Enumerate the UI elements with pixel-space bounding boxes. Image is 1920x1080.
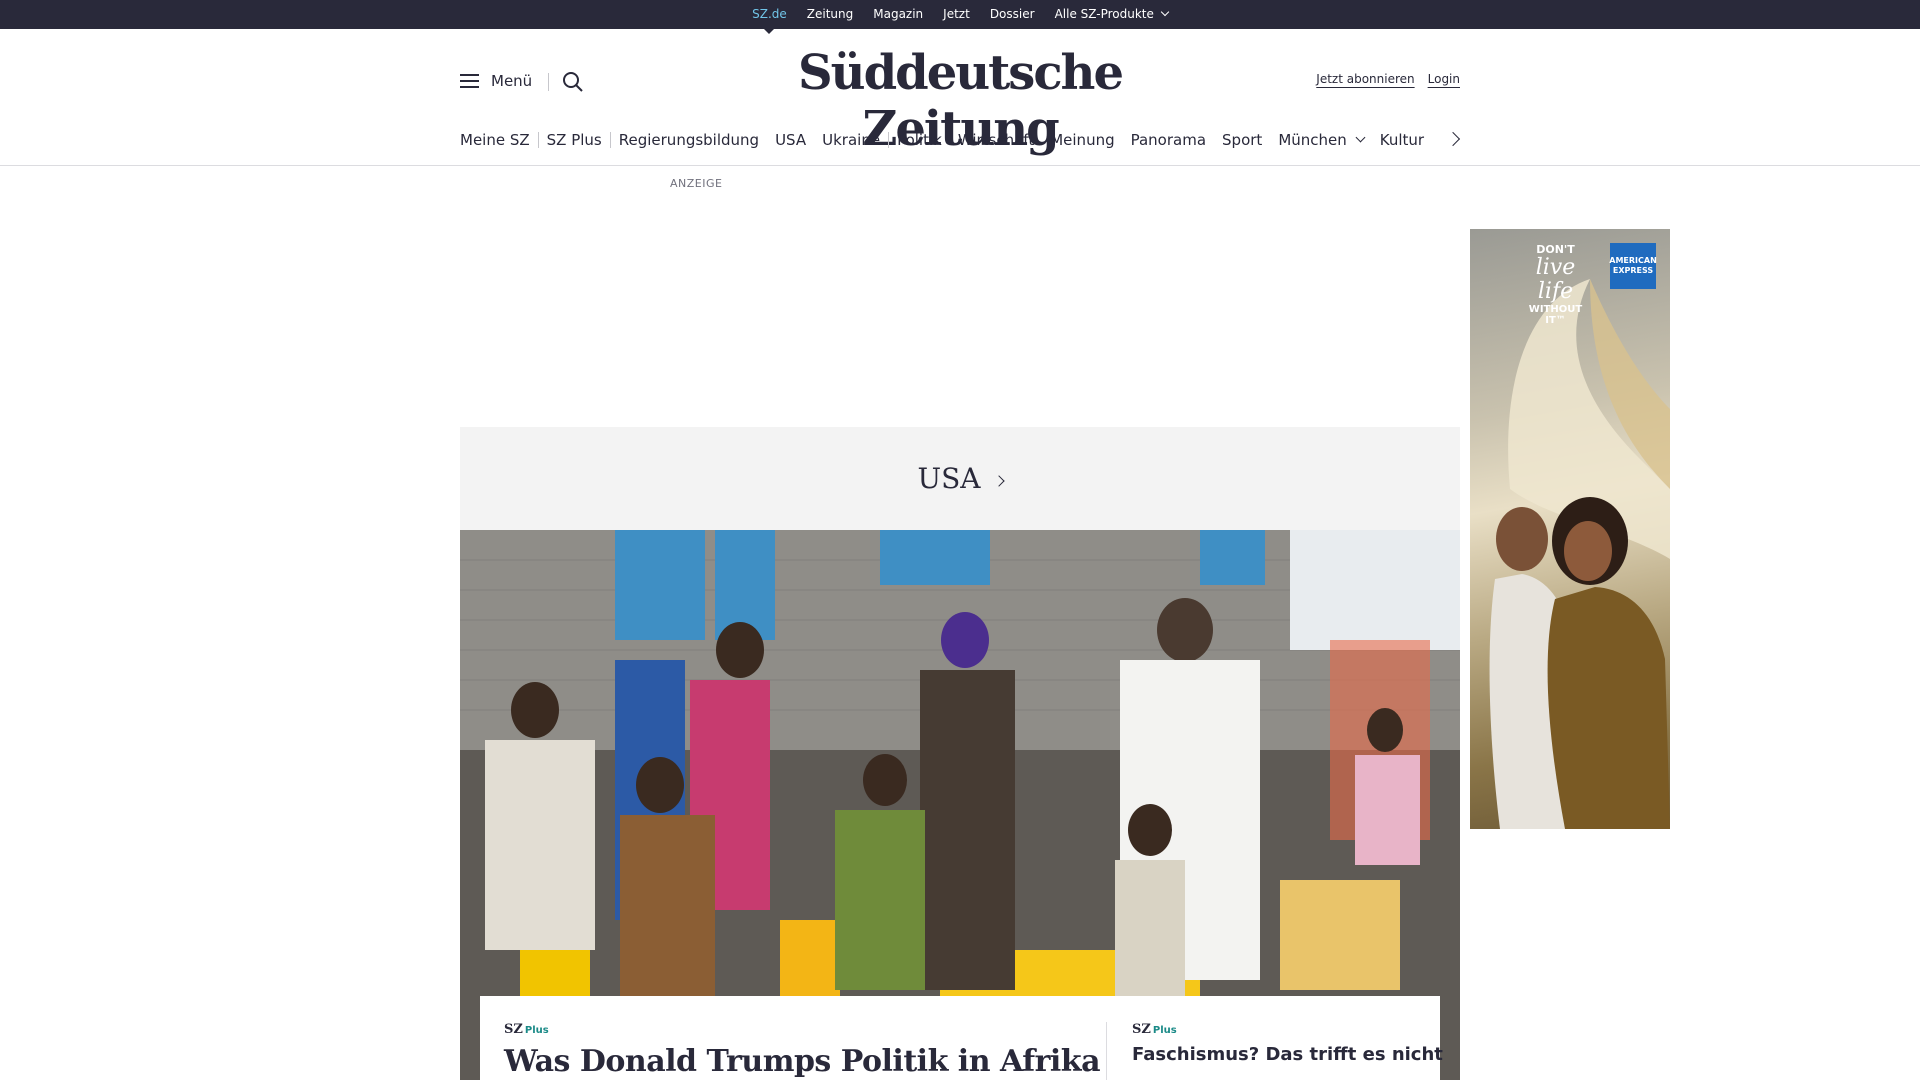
account-links: Jetzt abonnieren Login <box>1316 72 1460 86</box>
ad-slogan-line3: WITHOUT IT™ <box>1528 304 1583 326</box>
nav-item-muenchen-label: München <box>1278 131 1347 149</box>
main-nav: Meine SZ SZ Plus Regierungsbildung USA U… <box>460 128 1460 152</box>
sz-plus-logo: SZ Plus <box>1132 1022 1177 1037</box>
subscribe-link[interactable]: Jetzt abonnieren <box>1316 72 1414 86</box>
chevron-right-icon <box>992 474 1005 487</box>
ad-brand-line2: EXPRESS <box>1612 266 1654 275</box>
plus-badge: Plus <box>1152 1025 1177 1036</box>
teaser-headline-main[interactable]: Was Donald Trumps Politik in Afrika <box>504 1044 1101 1079</box>
menu-label: Menü <box>491 72 533 90</box>
nav-item-meinung[interactable]: Meinung <box>1050 131 1114 149</box>
ad-brand-line1: AMERICAN <box>1609 256 1657 265</box>
ad-label: ANZEIGE <box>670 177 723 190</box>
topbar-dropdown-products[interactable]: Alle SZ-Produkte <box>1054 0 1170 29</box>
nav-item-panorama[interactable]: Panorama <box>1131 131 1206 149</box>
side-ad[interactable]: DON'T live life WITHOUT IT™ AMERICAN EXPR… <box>1470 229 1670 829</box>
teaser-divider <box>1106 1022 1107 1080</box>
nav-divider <box>888 132 890 148</box>
search-icon <box>563 72 583 92</box>
topbar-link-magazin[interactable]: Magazin <box>873 0 923 29</box>
topbar-link-dossier[interactable]: Dossier <box>990 0 1035 29</box>
nav-item-sz-plus[interactable]: SZ Plus <box>547 131 602 149</box>
topbar-link-szde[interactable]: SZ.de <box>752 0 787 34</box>
nav-item-regierungsbildung[interactable]: Regierungsbildung <box>619 131 759 149</box>
topbar-link-jetzt[interactable]: Jetzt <box>943 0 970 29</box>
plus-badge: Plus <box>524 1025 549 1036</box>
nav-item-meine-sz[interactable]: Meine SZ <box>460 131 530 149</box>
section-title: USA <box>917 462 981 495</box>
chevron-down-icon <box>1160 7 1170 17</box>
top-bar: SZ.de Zeitung Magazin Jetzt Dossier Alle… <box>0 0 1920 34</box>
sz-brand: SZ <box>1132 1022 1151 1037</box>
site-header: Menü Süddeutsche Zeitung Jetzt abonniere… <box>460 29 1460 157</box>
nav-item-usa[interactable]: USA <box>775 131 806 149</box>
search-button[interactable] <box>562 71 584 93</box>
nav-item-politik[interactable]: Politik <box>897 131 942 149</box>
sz-plus-logo: SZ Plus <box>504 1022 549 1037</box>
nav-divider <box>609 132 611 148</box>
nav-divider <box>537 132 539 148</box>
topbar-link-zeitung[interactable]: Zeitung <box>807 0 853 29</box>
header-divider <box>0 165 1920 166</box>
nav-item-wirtschaft[interactable]: Wirtschaft <box>958 131 1034 149</box>
nav-item-sport[interactable]: Sport <box>1222 131 1262 149</box>
menu-button[interactable]: Menü <box>460 72 532 90</box>
chevron-down-icon <box>1355 132 1366 142</box>
teaser-card: SZ Plus Was Donald Trumps Politik in Afr… <box>480 996 1443 1080</box>
topbar-dropdown-label: Alle SZ-Produkte <box>1054 7 1154 21</box>
divider <box>548 73 549 91</box>
sz-brand: SZ <box>504 1022 523 1037</box>
teaser-headline-secondary[interactable]: Faschismus? Das trifft es nicht <box>1132 1044 1443 1065</box>
hamburger-icon <box>460 74 479 88</box>
login-link[interactable]: Login <box>1428 72 1460 86</box>
nav-item-ukraine[interactable]: Ukraine <box>822 131 880 149</box>
nav-item-kultur[interactable]: Kultur <box>1380 131 1424 149</box>
ad-slogan: DON'T live life WITHOUT IT™ <box>1518 243 1593 326</box>
nav-item-muenchen[interactable]: München <box>1278 131 1366 149</box>
section-header[interactable]: USA <box>460 427 1460 530</box>
ad-slogan-line2: live life <box>1535 255 1576 304</box>
ad-brand-logo: AMERICAN EXPRESS <box>1609 243 1657 289</box>
